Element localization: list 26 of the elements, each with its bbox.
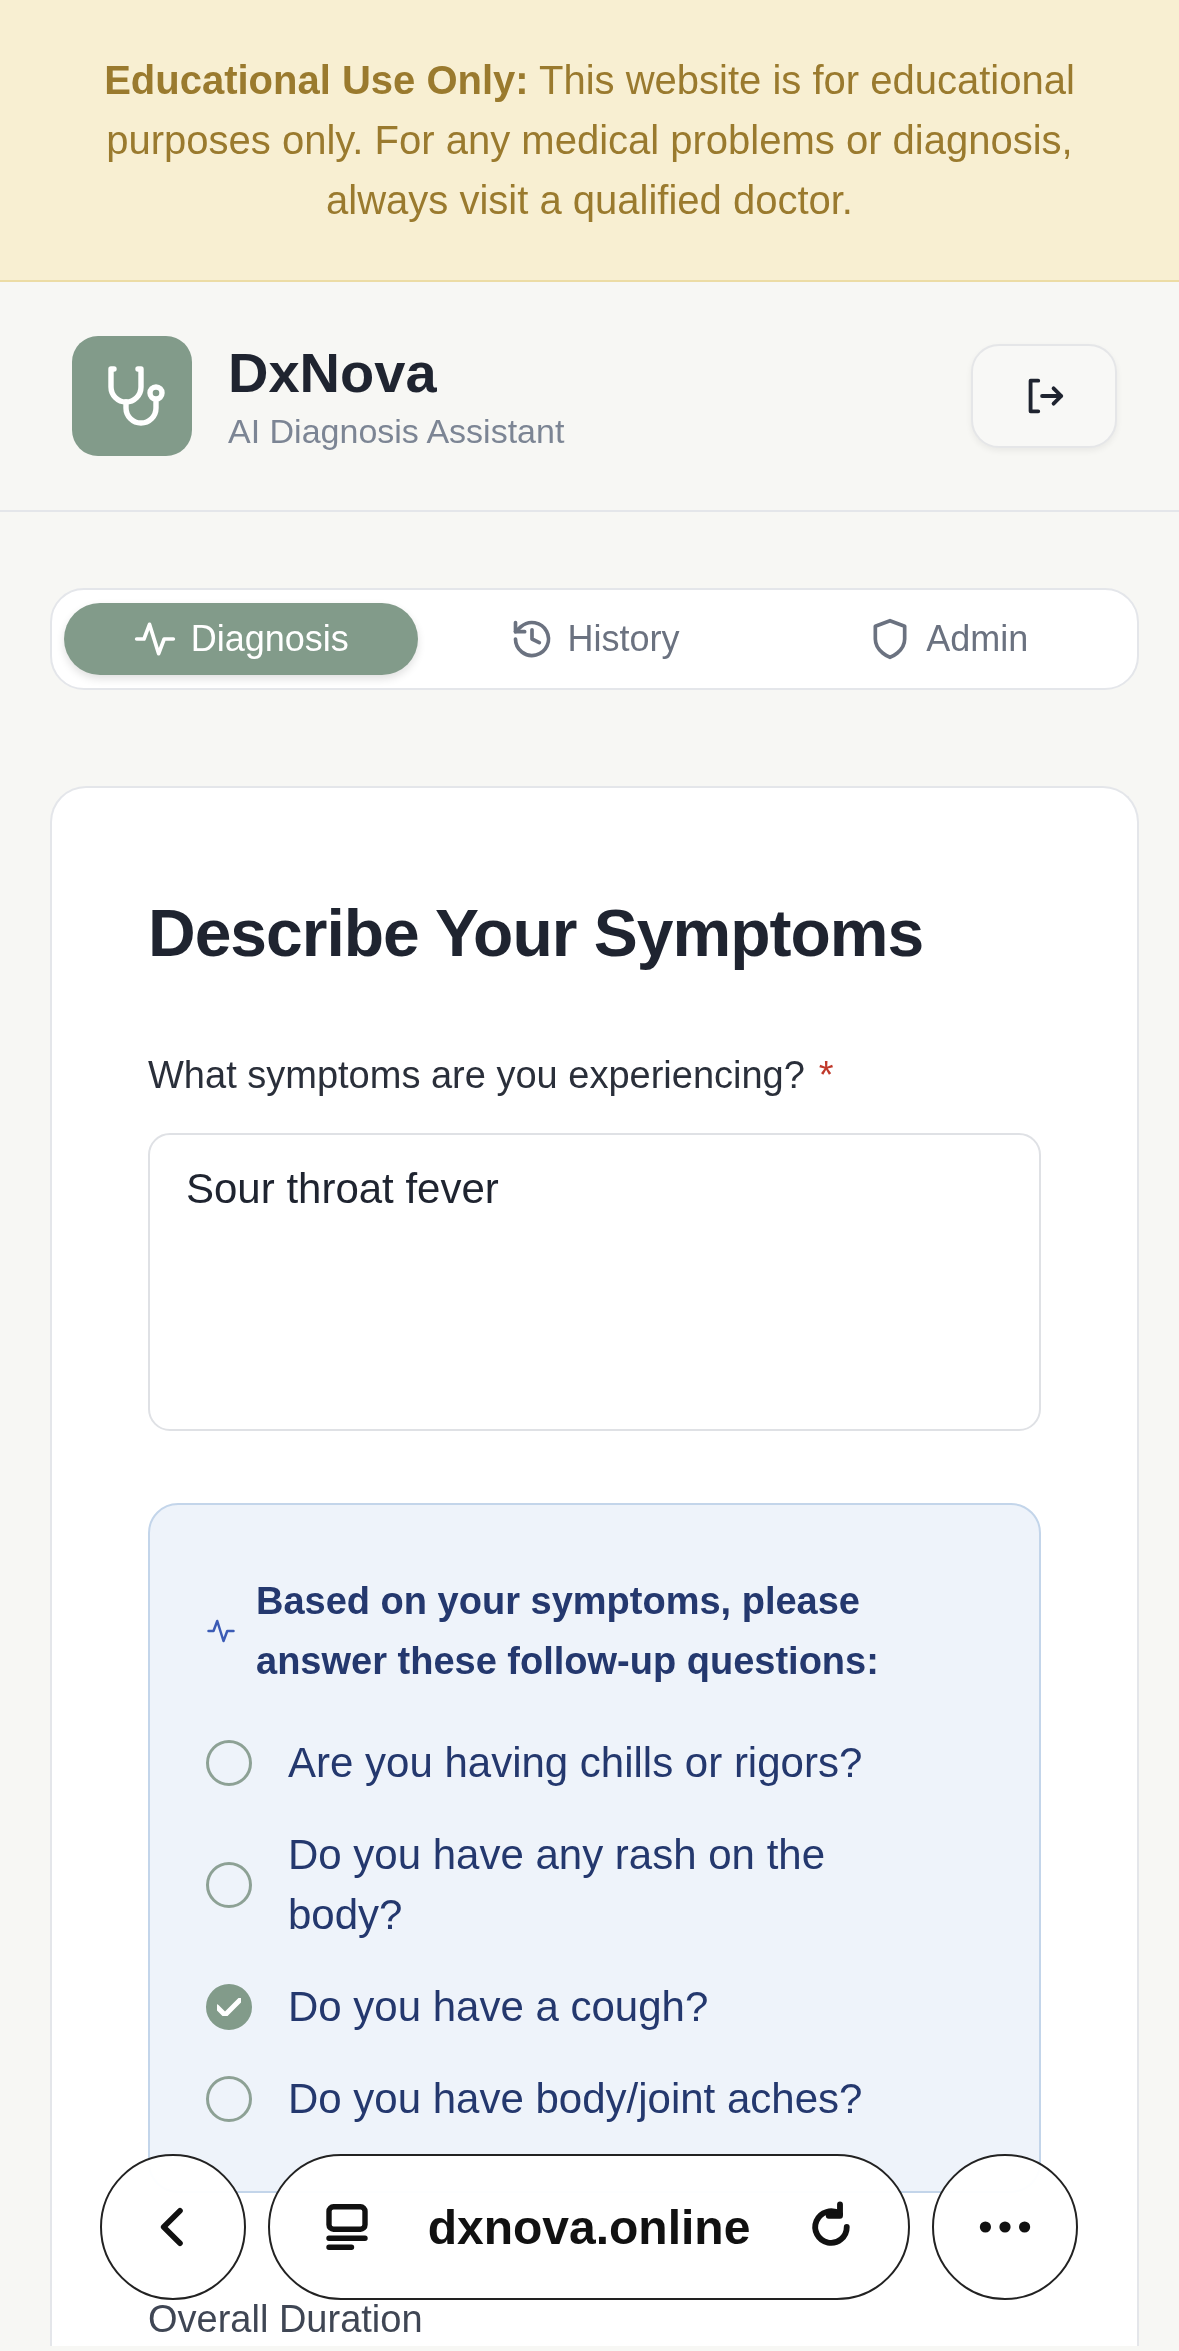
tab[interactable]: History [417, 603, 772, 675]
check-icon [217, 1998, 241, 2016]
url-text: dxnova.online [427, 2199, 751, 2255]
followup-heading: Based on your symptoms, please answer these follow-up questions: [256, 1579, 880, 1684]
form-title: Describe Your Symptoms [148, 895, 925, 972]
question-text: Are you having chills or rigors? [288, 1738, 864, 1788]
stethoscope-icon [72, 336, 192, 456]
question-text: Do you have a cough? [288, 1982, 710, 2032]
field-label: Overall Duration [148, 2299, 424, 2339]
logout-button[interactable] [971, 344, 1117, 448]
tab[interactable]: Admin [771, 603, 1125, 675]
app-title: DxNova [228, 340, 438, 406]
symptoms-field[interactable]: Sour throat fever [148, 1133, 1041, 1431]
radio-button[interactable] [206, 1862, 252, 1908]
question-text: Do you have body/joint aches? [288, 2074, 864, 2124]
question-text: Do you have any rash on the body? [288, 1830, 827, 1940]
more-icon [977, 2220, 1033, 2234]
field-label: What symptoms are you experiencing? [148, 1054, 805, 1097]
required-mark: * [818, 1054, 834, 1097]
app-subtitle: AI Diagnosis Assistant [228, 411, 566, 452]
address-bar[interactable]: dxnova.online [268, 2154, 910, 2300]
notice-text: Educational Use Only: This website is for educational purposes only. For any medical problems or diagnosis, always visit a qualified doctor. [103, 57, 1076, 224]
radio-button[interactable] [206, 1740, 252, 1786]
radio-button[interactable] [206, 2076, 252, 2122]
tab[interactable]: Diagnosis [64, 603, 418, 675]
checked-radio[interactable] [206, 1984, 252, 2030]
